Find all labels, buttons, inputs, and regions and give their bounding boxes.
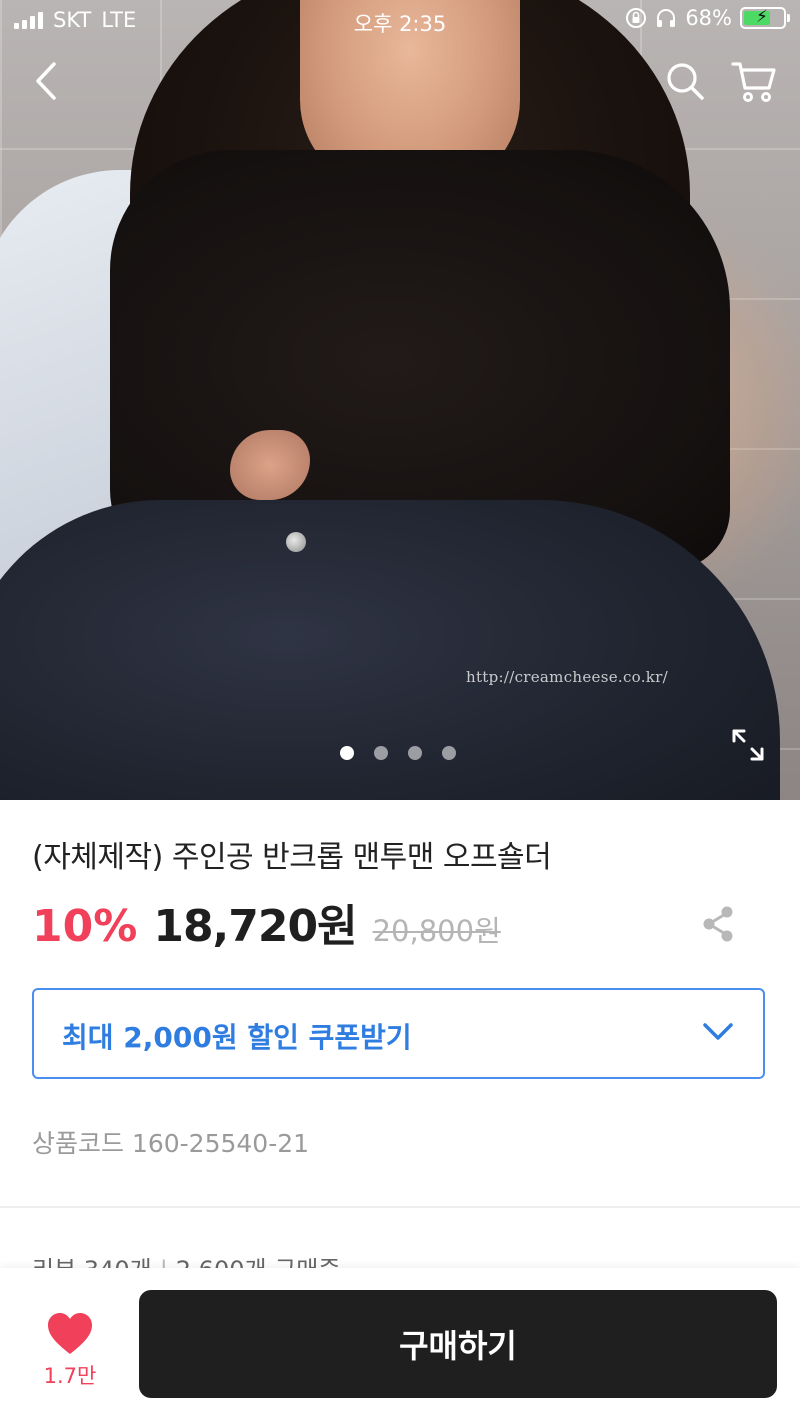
product-image[interactable]: http://creamcheese.co.kr/ bbox=[0, 0, 800, 800]
carousel-dot[interactable] bbox=[442, 746, 456, 760]
status-right: 68% ⚡ bbox=[625, 6, 790, 30]
headphones-icon bbox=[657, 9, 676, 27]
separator: | bbox=[160, 1256, 168, 1268]
watermark: http://creamcheese.co.kr/ bbox=[466, 668, 669, 686]
product-code: 상품코드 160-25540-21 bbox=[32, 1129, 310, 1158]
charging-icon: ⚡ bbox=[756, 7, 768, 27]
cart-icon[interactable] bbox=[730, 58, 778, 104]
like-count: 1.7만 bbox=[43, 1364, 97, 1388]
buy-button[interactable]: 구매하기 bbox=[139, 1290, 777, 1398]
buyer-count: 2,600개 구매중 bbox=[176, 1256, 341, 1268]
status-bar: SKT LTE 오후 2:35 68% ⚡ bbox=[0, 0, 800, 40]
carousel-dot[interactable] bbox=[374, 746, 388, 760]
review-count: 리뷰 340개 bbox=[32, 1256, 152, 1268]
review-summary[interactable]: 리뷰 340개 | 2,600개 구매중 bbox=[32, 1250, 340, 1268]
section-divider bbox=[0, 1206, 800, 1208]
carousel-dot[interactable] bbox=[340, 746, 354, 760]
product-title: (자체제작) 주인공 반크롭 맨투맨 오프숄더 bbox=[32, 840, 552, 875]
search-icon[interactable] bbox=[664, 60, 706, 102]
battery-icon: ⚡ bbox=[740, 7, 790, 29]
chevron-left-icon[interactable] bbox=[28, 58, 68, 104]
battery-percent: 68% bbox=[685, 6, 732, 30]
rotation-lock-icon bbox=[626, 8, 647, 28]
discount-rate: 10% bbox=[32, 901, 138, 952]
bottom-action-bar: 1.7만 구매하기 bbox=[0, 1268, 800, 1422]
original-price: 20,800원 bbox=[372, 914, 501, 948]
like-button[interactable]: 1.7만 bbox=[40, 1312, 100, 1390]
coupon-label: 최대 2,000원 할인 쿠폰받기 bbox=[62, 1021, 412, 1054]
share-icon[interactable] bbox=[700, 905, 736, 943]
carousel-dot[interactable] bbox=[408, 746, 422, 760]
chevron-down-icon bbox=[703, 1023, 733, 1040]
coupon-button[interactable]: 최대 2,000원 할인 쿠폰받기 bbox=[32, 988, 765, 1079]
sale-price: 18,720원 bbox=[153, 901, 357, 952]
jeans-button bbox=[286, 532, 306, 552]
price-row: 10% 18,720원 20,800원 bbox=[32, 890, 501, 954]
heart-icon bbox=[48, 1313, 92, 1354]
expand-icon[interactable] bbox=[730, 727, 766, 763]
carousel-indicator[interactable] bbox=[340, 746, 456, 760]
